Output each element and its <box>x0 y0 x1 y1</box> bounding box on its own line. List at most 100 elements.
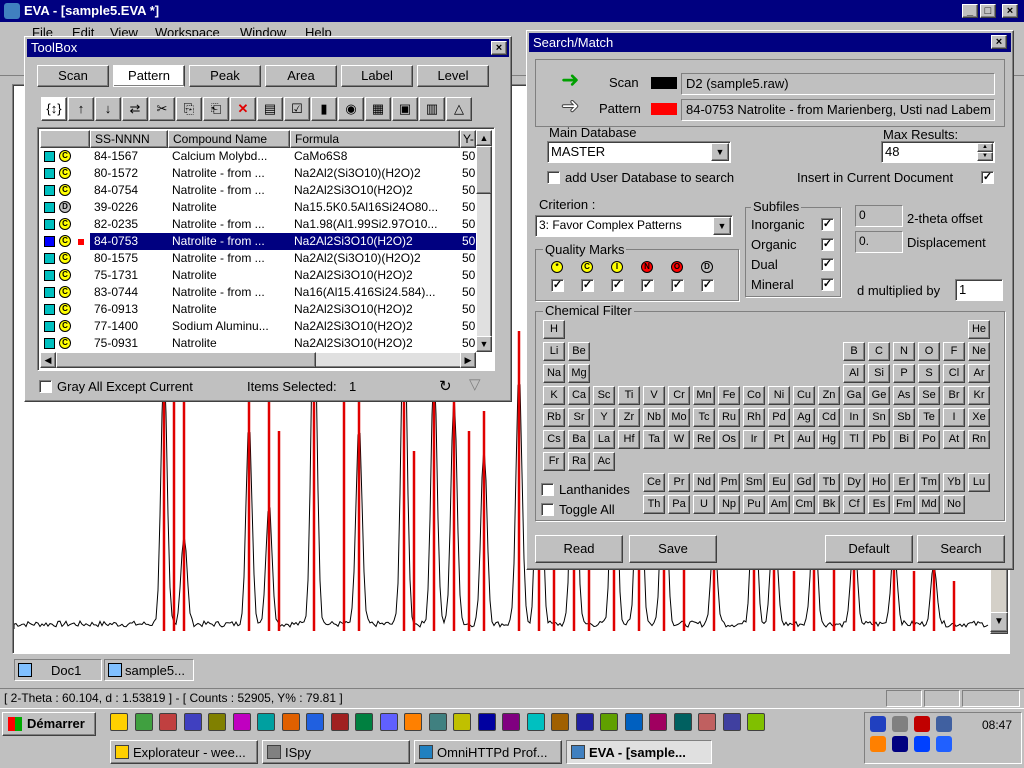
element-n[interactable]: N <box>893 342 915 361</box>
collapse-icon[interactable]: ▽ <box>469 375 481 393</box>
element-la[interactable]: La <box>593 430 615 449</box>
two-theta-input[interactable]: 0 <box>855 205 903 227</box>
element-pu[interactable]: Pu <box>743 495 765 514</box>
element-rb[interactable]: Rb <box>543 408 565 427</box>
element-yb[interactable]: Yb <box>943 473 965 492</box>
element-co[interactable]: Co <box>743 386 765 405</box>
list-hscroll-thumb[interactable] <box>56 352 316 368</box>
element-he[interactable]: He <box>968 320 990 339</box>
task-button[interactable]: Explorateur - wee... <box>110 740 258 764</box>
paste-icon[interactable]: ⎗ <box>203 97 229 121</box>
element-ta[interactable]: Ta <box>643 430 665 449</box>
tray-monitor-icon[interactable] <box>936 716 952 732</box>
element-rh[interactable]: Rh <box>743 408 765 427</box>
element-ni[interactable]: Ni <box>768 386 790 405</box>
element-i[interactable]: I <box>943 408 965 427</box>
task-button[interactable]: OmniHTTPd Prof... <box>414 740 562 764</box>
triangle-icon[interactable]: △ <box>446 97 472 121</box>
query-icon[interactable] <box>379 713 398 731</box>
color-swatch[interactable] <box>44 304 55 315</box>
delete-icon[interactable]: ✕ <box>230 97 256 121</box>
quality-mark-checkbox[interactable]: ✓ <box>641 279 654 292</box>
ie-icon[interactable] <box>747 713 765 731</box>
cube-icon[interactable] <box>600 713 618 731</box>
element-s[interactable]: S <box>918 364 940 383</box>
subfile-inorganic-checkbox[interactable]: ✓ <box>821 218 834 231</box>
main-db-dropdown-button[interactable]: ▼ <box>711 143 729 161</box>
add-user-db-checkbox[interactable] <box>547 171 560 184</box>
explorer-icon[interactable] <box>477 713 496 731</box>
element-ra[interactable]: Ra <box>568 452 590 471</box>
table-row[interactable]: C 80-1572 Natrolite - from ... Na2Al2(Si3O1… <box>40 165 476 182</box>
element-c[interactable]: C <box>868 342 890 361</box>
table-row[interactable]: C 80-1575 Natrolite - from ... Na2Al2(Si3O1… <box>40 250 476 267</box>
element-tc[interactable]: Tc <box>693 408 715 427</box>
tray-info-icon[interactable] <box>914 736 930 752</box>
header-formula[interactable]: Formula <box>290 130 460 148</box>
web-icon[interactable] <box>698 713 716 731</box>
pin-icon[interactable] <box>551 713 569 731</box>
criterion-select[interactable]: 3: Favor Complex Patterns <box>535 215 733 237</box>
element-th[interactable]: Th <box>643 495 665 514</box>
element-ca[interactable]: Ca <box>568 386 590 405</box>
element-al[interactable]: Al <box>843 364 865 383</box>
element-mo[interactable]: Mo <box>668 408 690 427</box>
element-p[interactable]: P <box>893 364 915 383</box>
max-results-up[interactable]: ▲ <box>977 143 993 152</box>
gear-icon[interactable] <box>183 713 202 731</box>
element-sb[interactable]: Sb <box>893 408 915 427</box>
element-hf[interactable]: Hf <box>618 430 640 449</box>
main-db-select[interactable]: MASTER <box>547 141 731 163</box>
element-be[interactable]: Be <box>568 342 590 361</box>
disk-icon[interactable] <box>649 713 667 731</box>
tray-volume-icon[interactable] <box>892 716 908 732</box>
element-re[interactable]: Re <box>693 430 715 449</box>
doc-tab-sample5[interactable]: sample5... <box>104 659 194 681</box>
notes-icon[interactable] <box>404 713 422 731</box>
element-ce[interactable]: Ce <box>643 473 665 492</box>
gray-all-checkbox[interactable] <box>39 380 52 393</box>
color-swatch[interactable] <box>44 185 55 196</box>
tray-power-icon[interactable] <box>936 736 952 752</box>
read-button[interactable]: Read <box>535 535 623 563</box>
element-hg[interactable]: Hg <box>818 430 840 449</box>
element-bi[interactable]: Bi <box>893 430 915 449</box>
element-po[interactable]: Po <box>918 430 940 449</box>
element-fm[interactable]: Fm <box>893 495 915 514</box>
image-icon[interactable] <box>428 713 447 731</box>
element-au[interactable]: Au <box>793 430 815 449</box>
element-tb[interactable]: Tb <box>818 473 840 492</box>
element-tm[interactable]: Tm <box>918 473 940 492</box>
search-close-button[interactable]: × <box>991 35 1007 49</box>
tab-level[interactable]: Level <box>417 65 489 87</box>
element-b[interactable]: B <box>843 342 865 361</box>
table-row[interactable]: C 83-0744 Natrolite - from ... Na16(Al15.41… <box>40 284 476 301</box>
header-ss-nnnn[interactable]: SS-NNNN <box>90 130 168 148</box>
table-row[interactable]: D 39-0226 Natrolite Na15.5K0.5Al16Si24O80..… <box>40 199 476 216</box>
save-button[interactable]: Save <box>629 535 717 563</box>
element-mn[interactable]: Mn <box>693 386 715 405</box>
toggle-all-checkbox[interactable] <box>541 503 554 516</box>
element-lu[interactable]: Lu <box>968 473 990 492</box>
tray-dc-icon[interactable] <box>892 736 908 752</box>
overlay-icon[interactable]: ▤ <box>257 97 283 121</box>
pencil-icon[interactable] <box>232 713 251 731</box>
element-cl[interactable]: Cl <box>943 364 965 383</box>
task-button[interactable]: ISpy <box>262 740 410 764</box>
copy-icon[interactable]: ⎘ <box>176 97 202 121</box>
star-icon[interactable] <box>575 713 594 731</box>
folder-icon[interactable] <box>208 713 226 731</box>
element-pa[interactable]: Pa <box>668 495 690 514</box>
element-am[interactable]: Am <box>768 495 790 514</box>
element-cm[interactable]: Cm <box>793 495 815 514</box>
excel-icon[interactable] <box>355 713 373 731</box>
refresh-icon[interactable]: ↻ <box>439 377 452 395</box>
settings-icon[interactable] <box>453 713 471 731</box>
select-icon[interactable]: {↕} <box>41 97 67 121</box>
subfile-dual-checkbox[interactable]: ✓ <box>821 258 834 271</box>
element-sc[interactable]: Sc <box>593 386 615 405</box>
edit-icon[interactable]: ▣ <box>392 97 418 121</box>
element-no[interactable]: No <box>943 495 965 514</box>
color-swatch[interactable] <box>44 270 55 281</box>
subfile-organic-checkbox[interactable]: ✓ <box>821 238 834 251</box>
